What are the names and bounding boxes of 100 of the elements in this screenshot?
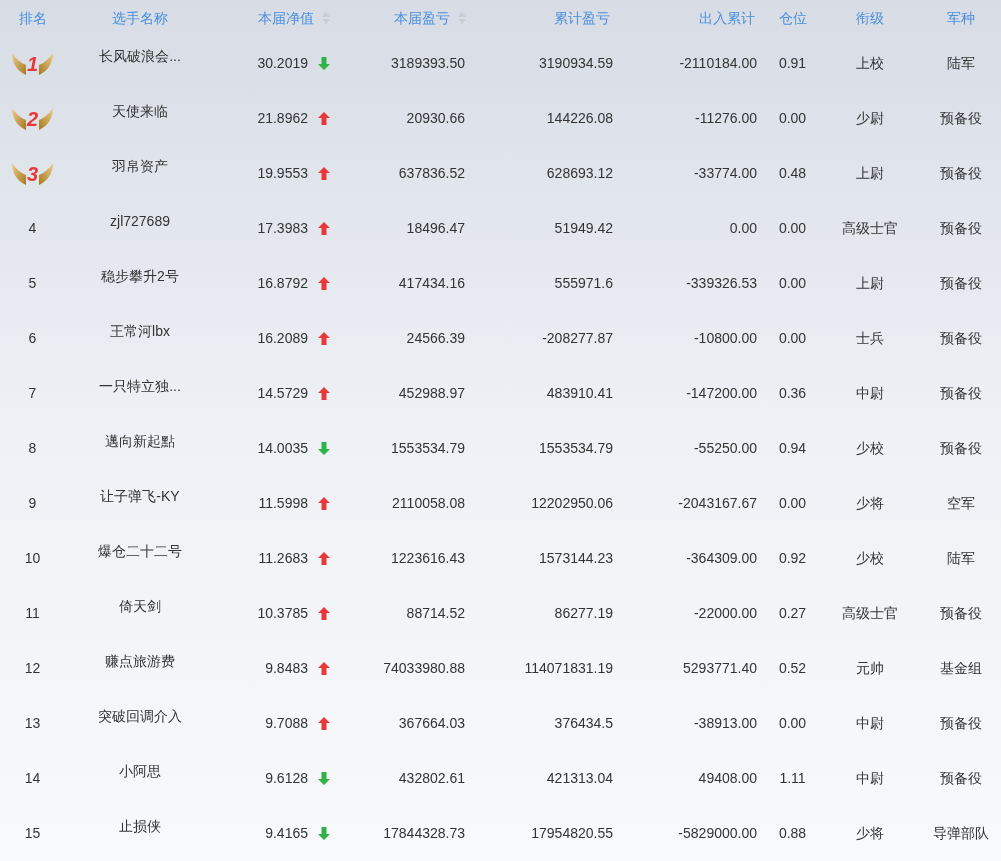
service-branch: 预备役 (939, 164, 982, 183)
rank-number: 14 (24, 769, 41, 788)
player-name[interactable]: zjl727689 (110, 211, 170, 256)
total-profit: 483910.41 (546, 384, 613, 403)
service-branch: 预备役 (939, 274, 982, 293)
period-profit: 637836.52 (398, 164, 465, 183)
total-profit: 51949.42 (554, 219, 613, 238)
player-name[interactable]: 止损侠 (119, 816, 161, 861)
cash-flow: 5293771.40 (683, 659, 757, 678)
net-value: 10.3785 (257, 604, 308, 623)
period-profit: 417434.16 (398, 274, 465, 293)
player-name[interactable]: 让子弹飞-KY (100, 486, 180, 531)
period-profit: 2110058.08 (392, 494, 465, 513)
rank-number: 4 (28, 219, 37, 238)
rank-number: 2 (26, 108, 39, 129)
net-value: 16.2089 (257, 329, 308, 348)
column-header: 出入累计 (699, 8, 755, 28)
service-branch: 预备役 (939, 219, 982, 238)
rank-title: 少尉 (856, 109, 884, 128)
player-name[interactable]: 小阿思 (119, 761, 161, 806)
player-name[interactable]: 倚天剑 (119, 596, 161, 641)
player-name[interactable]: 爆仓二十二号 (98, 541, 182, 586)
wing-icon (11, 52, 26, 75)
rank-title: 元帅 (856, 659, 884, 678)
player-name[interactable]: 突破回调介入 (98, 706, 182, 751)
player-name[interactable]: 一只特立独... (99, 376, 181, 421)
total-profit: 12202950.06 (531, 494, 613, 513)
player-name[interactable]: 邁向新起點 (105, 431, 175, 476)
rank-title: 中尉 (856, 384, 884, 403)
net-value: 16.8792 (257, 274, 308, 293)
rank-number: 8 (28, 439, 37, 458)
net-value: 17.3983 (257, 219, 308, 238)
service-branch: 基金组 (939, 659, 982, 678)
position-ratio: 0.91 (778, 54, 807, 73)
rank-title: 中尉 (856, 769, 884, 788)
rank-title: 少校 (856, 549, 884, 568)
total-profit: -208277.87 (542, 329, 613, 348)
cash-flow: -33774.00 (693, 164, 757, 183)
net-value: 11.2683 (258, 549, 308, 568)
total-profit: 421313.04 (546, 769, 613, 788)
total-profit: 3190934.59 (539, 54, 613, 73)
service-branch: 预备役 (939, 329, 982, 348)
service-branch: 预备役 (939, 769, 982, 788)
cash-flow: -2043167.67 (678, 494, 757, 513)
total-profit: 628693.12 (546, 164, 613, 183)
net-value: 14.0035 (257, 439, 308, 458)
player-name[interactable]: 羽帛资产 (112, 156, 168, 201)
service-branch: 空军 (946, 494, 975, 513)
column-header: 军种 (946, 8, 975, 28)
service-branch: 导弹部队 (932, 824, 989, 843)
total-profit: 17954820.55 (531, 824, 613, 843)
position-ratio: 0.00 (778, 494, 807, 513)
rank-number: 12 (24, 659, 41, 678)
cash-flow: -22000.00 (693, 604, 757, 623)
total-profit: 144226.08 (546, 109, 613, 128)
player-name[interactable]: 天使来临 (112, 101, 168, 146)
wing-icon (11, 162, 26, 185)
net-value: 14.5729 (257, 384, 308, 403)
position-ratio: 0.00 (778, 109, 807, 128)
cash-flow: -2110184.00 (679, 54, 757, 73)
service-branch: 预备役 (939, 439, 982, 458)
player-name[interactable]: 长风破浪会... (99, 46, 181, 91)
wing-icon (39, 162, 54, 185)
column-header: 仓位 (778, 8, 807, 28)
rank-title: 少校 (856, 439, 884, 458)
rank-title: 上尉 (856, 164, 884, 183)
wing-icon (11, 107, 26, 130)
rank-title: 少将 (856, 824, 884, 843)
rank-number: 7 (28, 384, 37, 403)
service-branch: 预备役 (939, 109, 982, 128)
service-branch: 预备役 (939, 714, 982, 733)
rank-number: 1 (26, 53, 39, 74)
rank-number: 6 (28, 329, 37, 348)
net-value: 11.5998 (258, 494, 308, 513)
period-profit: 18496.47 (406, 219, 465, 238)
position-ratio: 0.88 (778, 824, 807, 843)
net-value: 9.8483 (265, 659, 308, 678)
cash-flow: 49408.00 (698, 769, 757, 788)
player-name[interactable]: 赚点旅游费 (105, 651, 175, 696)
total-profit: 86277.19 (554, 604, 613, 623)
column-header: 衔级 (856, 8, 884, 28)
rank-number: 11 (25, 604, 40, 623)
rank-number: 10 (24, 549, 41, 568)
cash-flow: -55250.00 (693, 439, 757, 458)
rank-title: 上尉 (856, 274, 884, 293)
position-ratio: 0.94 (778, 439, 807, 458)
cash-flow: -364309.00 (686, 549, 757, 568)
cash-flow: -5829000.00 (678, 824, 757, 843)
position-ratio: 0.00 (778, 714, 807, 733)
position-ratio: 0.00 (778, 219, 807, 238)
total-profit: 1553534.79 (539, 439, 613, 458)
rank-number: 15 (24, 824, 41, 843)
total-profit: 555971.6 (554, 274, 613, 293)
rank-title: 上校 (856, 54, 884, 73)
player-name[interactable]: 稳步攀升2号 (101, 266, 179, 311)
net-value: 30.2019 (257, 54, 308, 73)
cash-flow: -38913.00 (693, 714, 757, 733)
period-profit: 367664.03 (398, 714, 465, 733)
player-name[interactable]: 王常河lbx (110, 321, 170, 366)
position-ratio: 0.52 (778, 659, 807, 678)
